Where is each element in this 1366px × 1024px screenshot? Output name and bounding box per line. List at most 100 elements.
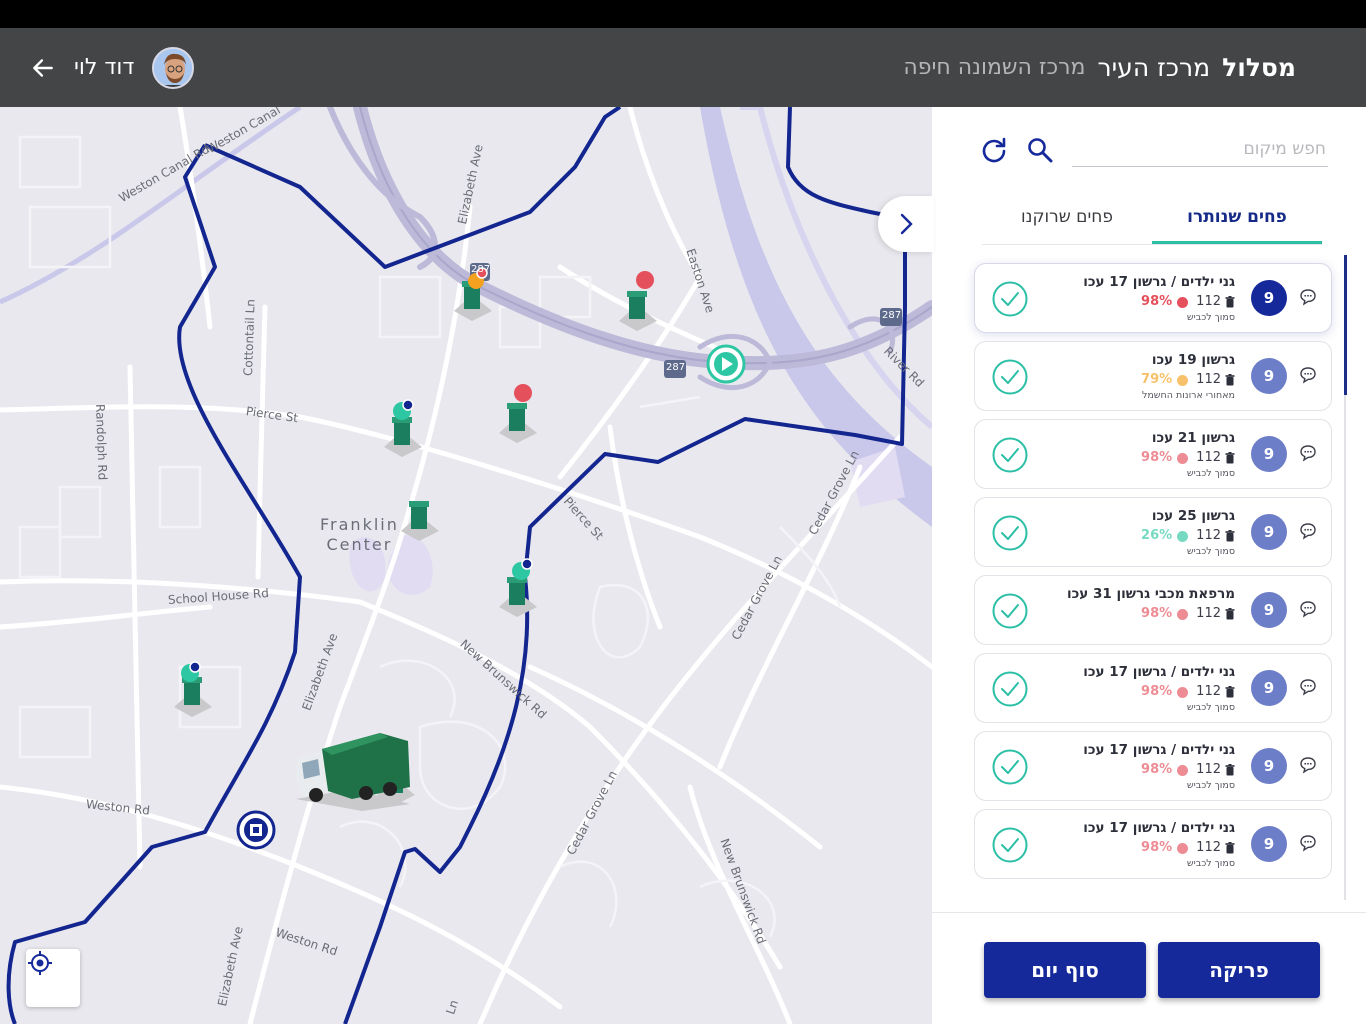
end-day-button[interactable]: סוף יום <box>984 942 1146 998</box>
check-circle-icon[interactable] <box>991 280 1029 318</box>
route-label: מסלול <box>1222 53 1296 82</box>
stop-number-badge: 9 <box>1251 826 1287 862</box>
fill-level: 26% <box>1141 528 1189 544</box>
tab-emptied-bins[interactable]: פחים שרוקנו <box>982 199 1152 244</box>
bin-count-value: 112 <box>1196 840 1221 855</box>
street-label: Randolph Rd <box>93 403 110 481</box>
fill-level: 98% <box>1141 606 1189 622</box>
bin-note: סמוך לכביש <box>1186 546 1235 557</box>
comment-icon[interactable] <box>1299 444 1317 462</box>
avatar[interactable] <box>152 46 195 89</box>
trash-icon <box>1225 374 1235 386</box>
comment-icon[interactable] <box>1299 600 1317 618</box>
trash-icon <box>1225 842 1235 854</box>
check-circle-icon[interactable] <box>991 670 1029 708</box>
fill-level-dot <box>1177 374 1189 386</box>
bin-meta: 112 98% <box>1083 684 1235 700</box>
trash-icon <box>1225 296 1235 308</box>
user-name: דוד לוי <box>74 55 135 80</box>
trash-icon <box>1225 608 1235 620</box>
search-icon[interactable] <box>1026 136 1054 164</box>
fill-level-dot <box>1177 686 1189 698</box>
bin-address: גני ילדים / גרשון 17 עכו <box>1083 664 1235 680</box>
fill-level: 98% <box>1141 684 1189 700</box>
fill-level-dot <box>1177 608 1189 620</box>
stop-number-badge: 9 <box>1251 748 1287 784</box>
status-bar <box>0 0 1366 28</box>
bin-note: סמוך לכביש <box>1186 468 1235 479</box>
bin-card[interactable]: 9 גני ילדים / גרשון 17 עכו 112 98% סמוך … <box>974 809 1332 879</box>
bin-meta: 112 79% <box>1141 372 1235 388</box>
fill-level-value: 98% <box>1141 840 1173 855</box>
collapse-panel-button[interactable] <box>878 196 934 252</box>
bins-tabs: פחים שנותרו פחים שרוקנו <box>982 199 1322 245</box>
bin-note: מאחורי ארונות החשמל <box>1141 390 1235 401</box>
bin-note: סמוך לכביש <box>1186 858 1235 869</box>
bin-address: מרפאת מכבי גרשון 31 עכו <box>1067 586 1235 602</box>
bin-count: 112 <box>1196 528 1235 544</box>
trash-icon <box>1225 452 1235 464</box>
comment-icon[interactable] <box>1299 678 1317 696</box>
bin-card[interactable]: 9 מרפאת מכבי גרשון 31 עכו 112 98% <box>974 575 1332 645</box>
comment-icon[interactable] <box>1299 288 1317 306</box>
fill-level-dot <box>1177 296 1189 308</box>
fill-level: 98% <box>1141 762 1189 778</box>
action-footer: פריקה סוף יום <box>932 912 1366 1024</box>
bin-info: גני ילדים / גרשון 17 עכו 112 98% סמוך לכ… <box>1083 274 1235 323</box>
bin-card[interactable]: 9 גרשון 19 עכו 112 79% מאחורי ארונות החש… <box>974 341 1332 411</box>
stop-number-badge: 9 <box>1251 514 1287 550</box>
fill-level-dot <box>1177 842 1189 854</box>
bin-info: גני ילדים / גרשון 17 עכו 112 98% סמוך לכ… <box>1083 742 1235 791</box>
fill-level-value: 98% <box>1141 294 1173 309</box>
bin-note: סמוך לכביש <box>1186 312 1235 323</box>
map-view[interactable]: Weston Canal Rd Weston Canal Elizabeth A… <box>0 107 932 1024</box>
bin-count-value: 112 <box>1196 528 1221 543</box>
tab-remaining-bins[interactable]: פחים שנותרו <box>1152 199 1322 244</box>
check-circle-icon[interactable] <box>991 358 1029 396</box>
route-subtitle: מרכז השמונה חיפה <box>903 55 1086 80</box>
bin-address: גני ילדים / גרשון 17 עכו <box>1083 820 1235 836</box>
stop-number-badge: 9 <box>1251 592 1287 628</box>
check-circle-icon[interactable] <box>991 748 1029 786</box>
bin-card[interactable]: 9 גני ילדים / גרשון 17 עכו 112 98% סמוך … <box>974 653 1332 723</box>
check-circle-icon[interactable] <box>991 826 1029 864</box>
route-name: מרכז העיר <box>1097 53 1211 82</box>
route-title: מסלול מרכז העיר מרכז השמונה חיפה <box>903 28 1296 107</box>
bin-info: גני ילדים / גרשון 17 עכו 112 98% סמוך לכ… <box>1083 820 1235 869</box>
bins-list[interactable]: 9 גני ילדים / גרשון 17 עכו 112 98% סמוך … <box>952 255 1347 900</box>
check-circle-icon[interactable] <box>991 592 1029 630</box>
scrollbar[interactable] <box>1344 255 1347 395</box>
bin-info: גני ילדים / גרשון 17 עכו 112 98% סמוך לכ… <box>1083 664 1235 713</box>
bin-note: סמוך לכביש <box>1186 702 1235 713</box>
bin-info: גרשון 19 עכו 112 79% מאחורי ארונות החשמל <box>1141 352 1235 401</box>
chevron-right-icon <box>900 213 913 235</box>
bin-card[interactable]: 9 גני ילדים / גרשון 17 עכו 112 98% סמוך … <box>974 731 1332 801</box>
route-end-marker <box>236 810 276 850</box>
bin-card[interactable]: 9 גרשון 25 עכו 112 26% סמוך לכביש <box>974 497 1332 567</box>
bins-panel: פחים שנותרו פחים שרוקנו 9 גני ילדים / גר… <box>878 107 1366 1024</box>
comment-icon[interactable] <box>1299 522 1317 540</box>
fill-level-value: 98% <box>1141 450 1173 465</box>
fill-level: 98% <box>1141 294 1189 310</box>
crosshair-icon <box>28 951 52 975</box>
stop-number-badge: 9 <box>1251 358 1287 394</box>
bin-count: 112 <box>1196 606 1235 622</box>
my-location-button[interactable] <box>26 949 80 1007</box>
trash-icon <box>1225 530 1235 542</box>
comment-icon[interactable] <box>1299 366 1317 384</box>
check-circle-icon[interactable] <box>991 514 1029 552</box>
search-input[interactable] <box>1072 131 1328 167</box>
bin-card[interactable]: 9 גרשון 21 עכו 112 98% סמוך לכביש <box>974 419 1332 489</box>
bin-count-value: 112 <box>1196 372 1221 387</box>
comment-icon[interactable] <box>1299 834 1317 852</box>
bin-count: 112 <box>1196 294 1235 310</box>
bin-meta: 112 98% <box>1083 294 1235 310</box>
bin-count-value: 112 <box>1196 762 1221 777</box>
unload-button[interactable]: פריקה <box>1158 942 1320 998</box>
comment-icon[interactable] <box>1299 756 1317 774</box>
back-arrow-icon[interactable] <box>30 55 56 81</box>
check-circle-icon[interactable] <box>991 436 1029 474</box>
search-row <box>980 131 1328 171</box>
bin-card[interactable]: 9 גני ילדים / גרשון 17 עכו 112 98% סמוך … <box>974 263 1332 333</box>
refresh-icon[interactable] <box>980 136 1008 164</box>
